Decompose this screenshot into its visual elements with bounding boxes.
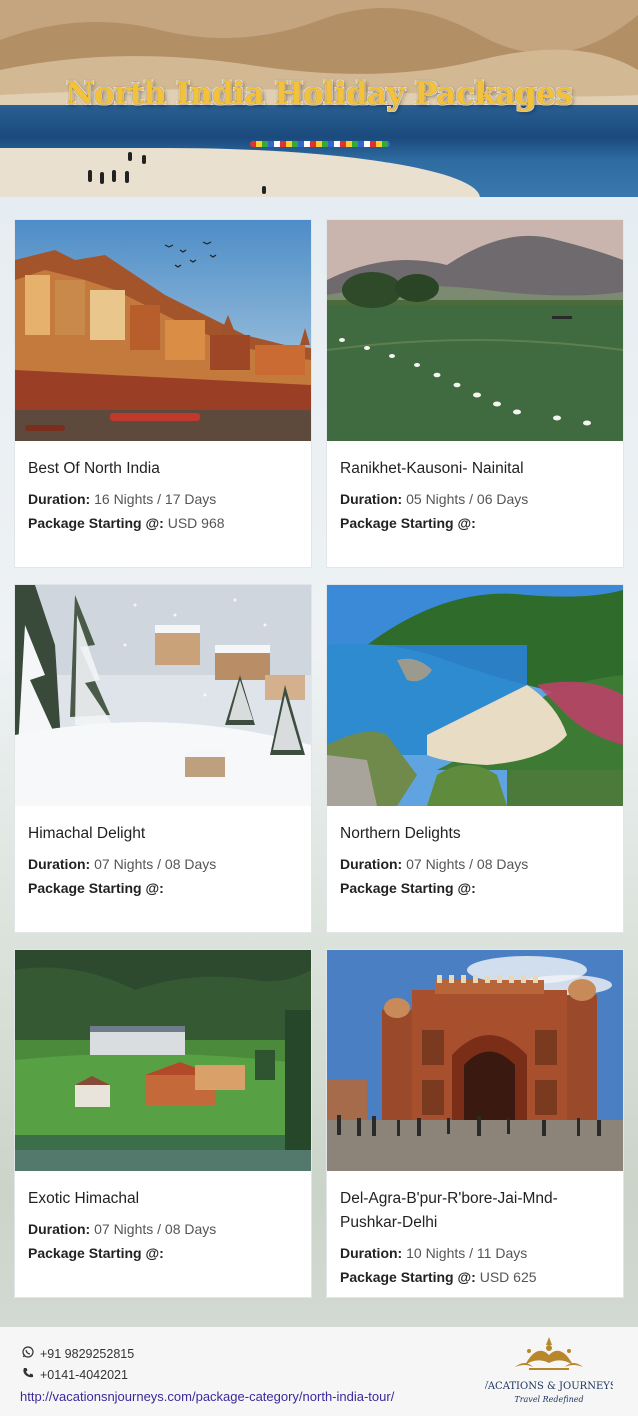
person-figure	[112, 170, 116, 182]
price-label: Package Starting @:	[340, 1269, 476, 1285]
duration-line: Duration: 07 Nights / 08 Days	[28, 852, 299, 876]
duration-value: 16 Nights / 17 Days	[94, 491, 217, 507]
duration-value: 05 Nights / 06 Days	[406, 491, 529, 507]
duration-value: 07 Nights / 08 Days	[94, 1221, 217, 1237]
duration-line: Duration: 07 Nights / 08 Days	[340, 852, 611, 876]
person-figure	[125, 171, 129, 183]
package-card[interactable]: Northern Delights Duration: 07 Nights / …	[327, 585, 623, 932]
package-title[interactable]: Northern Delights	[340, 822, 611, 846]
package-title[interactable]: Ranikhet-Kausoni- Nainital	[340, 457, 611, 481]
package-title[interactable]: Exotic Himachal	[28, 1187, 299, 1211]
duration-line: Duration: 16 Nights / 17 Days	[28, 487, 299, 511]
package-card[interactable]: Ranikhet-Kausoni- Nainital Duration: 05 …	[327, 220, 623, 567]
phone-icon	[22, 1367, 40, 1382]
logo-text: VACATIONS & JOURNEYS	[485, 1381, 613, 1392]
duration-label: Duration:	[340, 856, 403, 872]
header-banner: North India Holiday Packages	[0, 0, 638, 197]
package-image-varanasi[interactable]	[15, 220, 311, 441]
duration-label: Duration:	[28, 491, 91, 507]
duration-label: Duration:	[28, 856, 91, 872]
prayer-flags	[250, 141, 390, 147]
person-figure	[100, 172, 104, 184]
duration-label: Duration:	[340, 1245, 403, 1261]
price-label: Package Starting @:	[340, 515, 476, 531]
duration-value: 07 Nights / 08 Days	[94, 856, 217, 872]
person-figure	[128, 152, 132, 161]
package-card[interactable]: Himachal Delight Duration: 07 Nights / 0…	[15, 585, 311, 932]
duration-value: 07 Nights / 08 Days	[406, 856, 529, 872]
footer: +91 9829252815 +0141-4042021 http://vaca…	[0, 1327, 638, 1416]
whatsapp-contact[interactable]: +91 9829252815	[22, 1346, 134, 1361]
package-image-coast[interactable]	[327, 585, 623, 806]
duration-line: Duration: 10 Nights / 11 Days	[340, 1241, 611, 1265]
price-value: USD 625	[479, 1269, 537, 1285]
price-value: USD 968	[167, 515, 225, 531]
phone-contact[interactable]: +0141-4042021	[22, 1367, 128, 1382]
whatsapp-icon	[22, 1346, 40, 1361]
package-image-himachal-snow[interactable]	[15, 585, 311, 806]
logo-tagline: Travel Redefined	[514, 1395, 583, 1404]
price-line: Package Starting @:	[28, 876, 299, 900]
duration-label: Duration:	[28, 1221, 91, 1237]
phone-number[interactable]: +0141-4042021	[40, 1368, 128, 1382]
package-title[interactable]: Del-Agra-B'pur-R'bore-Jai-Mnd-Pushkar-De…	[340, 1187, 611, 1235]
package-image-nainital[interactable]	[327, 220, 623, 441]
package-title[interactable]: Best Of North India	[28, 457, 299, 481]
package-image-khajjiar[interactable]	[15, 950, 311, 1171]
whatsapp-number[interactable]: +91 9829252815	[40, 1347, 134, 1361]
package-title[interactable]: Himachal Delight	[28, 822, 299, 846]
package-card[interactable]: Best Of North India Duration: 16 Nights …	[15, 220, 311, 567]
price-label: Package Starting @:	[28, 515, 164, 531]
person-figure	[142, 155, 146, 164]
price-label: Package Starting @:	[28, 1245, 164, 1261]
price-label: Package Starting @:	[28, 880, 164, 896]
page-title: North India Holiday Packages	[65, 76, 573, 112]
price-line: Package Starting @: USD 625	[340, 1265, 611, 1289]
person-figure	[262, 186, 266, 194]
website-link[interactable]: http://vacationsnjourneys.com/package-ca…	[20, 1389, 394, 1404]
price-label: Package Starting @:	[340, 880, 476, 896]
price-line: Package Starting @:	[340, 876, 611, 900]
price-line: Package Starting @: USD 968	[28, 511, 299, 535]
duration-line: Duration: 05 Nights / 06 Days	[340, 487, 611, 511]
company-logo: VACATIONS & JOURNEYS Travel Redefined	[485, 1337, 613, 1404]
price-line: Package Starting @:	[340, 511, 611, 535]
package-card[interactable]: Exotic Himachal Duration: 07 Nights / 08…	[15, 950, 311, 1297]
duration-line: Duration: 07 Nights / 08 Days	[28, 1217, 299, 1241]
duration-value: 10 Nights / 11 Days	[406, 1245, 528, 1261]
duration-label: Duration:	[340, 491, 403, 507]
price-line: Package Starting @:	[28, 1241, 299, 1265]
package-card[interactable]: Del-Agra-B'pur-R'bore-Jai-Mnd-Pushkar-De…	[327, 950, 623, 1297]
package-image-taj-gate[interactable]	[327, 950, 623, 1171]
person-figure	[88, 170, 92, 182]
